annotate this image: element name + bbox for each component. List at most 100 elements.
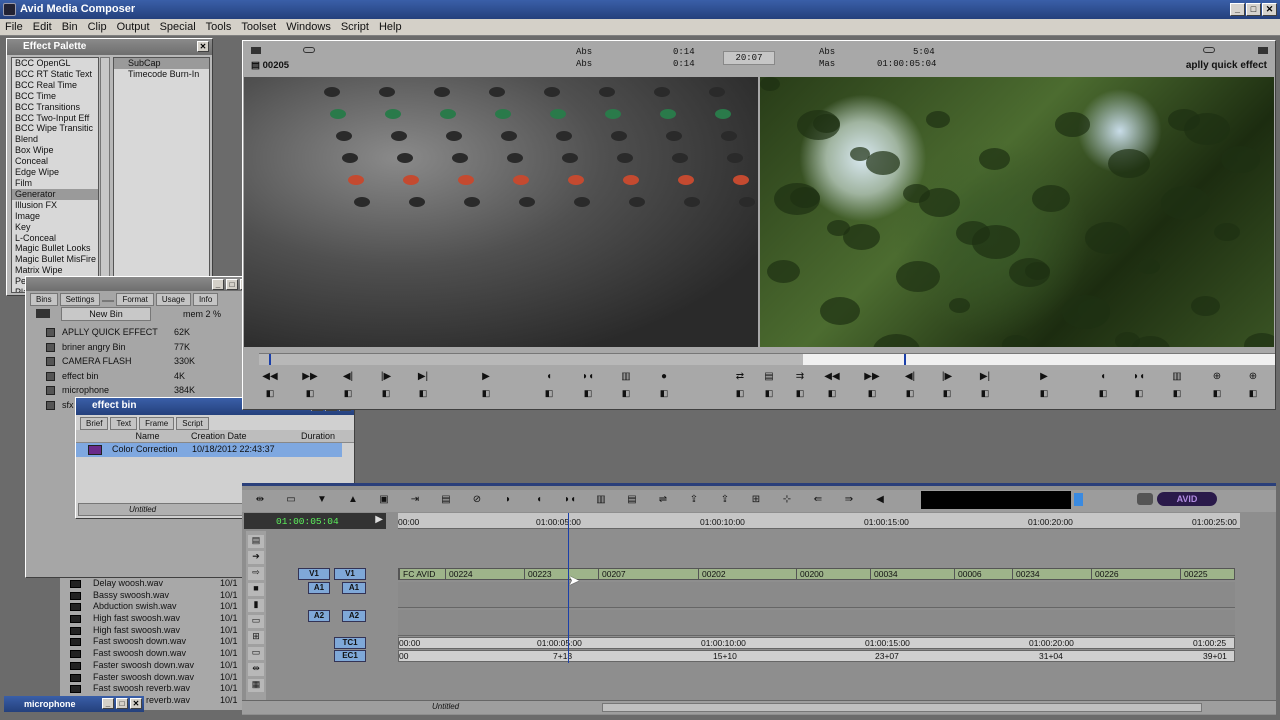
effect-category-item[interactable]: BCC Transitions: [12, 102, 98, 113]
timeline-scrollbar[interactable]: [602, 703, 1202, 712]
effect-category-item[interactable]: Conceal: [12, 156, 98, 167]
smart-tool-icon[interactable]: ▮: [248, 599, 264, 612]
category-scrollbar[interactable]: [100, 57, 110, 293]
timeline-tool-icon[interactable]: ⇪: [715, 494, 735, 505]
transport-button-icon[interactable]: ◧: [260, 388, 280, 399]
timeline-tool-icon[interactable]: ⇛: [839, 494, 859, 505]
source-menu-icon[interactable]: [251, 47, 261, 54]
effect-item[interactable]: SubCap: [114, 58, 209, 69]
clip-segment[interactable]: 00034: [870, 569, 898, 579]
close-button[interactable]: ✕: [1262, 3, 1277, 16]
transport-button-icon[interactable]: ◧: [1167, 388, 1187, 399]
timeline-tool-icon[interactable]: ◖: [529, 494, 549, 505]
clip-segment[interactable]: 00207: [598, 569, 626, 579]
effect-category-list[interactable]: BCC OpenGL BCC RT Static Text BCC Real Tim…: [11, 57, 99, 293]
menu-item-clip[interactable]: Clip: [83, 19, 112, 36]
clip-segment[interactable]: 00223: [524, 569, 552, 579]
project-minimize-icon[interactable]: _: [212, 279, 224, 290]
list-item[interactable]: Fast swoosh reverb.wav 10/1: [60, 683, 242, 695]
smart-tool-icon[interactable]: ▦: [248, 679, 264, 692]
effect-category-item[interactable]: Illusion FX: [12, 200, 98, 211]
source-monitor-video[interactable]: [244, 77, 758, 347]
menu-item-toolset[interactable]: Toolset: [236, 19, 281, 36]
new-bin-button[interactable]: New Bin: [61, 307, 151, 321]
mic-maximize-icon[interactable]: □: [116, 698, 128, 709]
maximize-button[interactable]: □: [1246, 3, 1261, 16]
transport-button-icon[interactable]: ◧: [616, 388, 636, 399]
effect-category-item[interactable]: BCC Two-Input Eff: [12, 113, 98, 124]
transport-button-icon[interactable]: |▶: [937, 371, 957, 382]
list-item[interactable]: Faster swoosh down.wav 10/1: [60, 660, 242, 672]
transport-button-icon[interactable]: ▶▶: [300, 371, 320, 382]
v1-track[interactable]: FC AVID 00224 00223 00207 00202 00200 00034 000…: [398, 568, 1235, 580]
transport-button-icon[interactable]: ▶: [1034, 371, 1054, 382]
transport-button-icon[interactable]: ◧: [413, 388, 433, 399]
transport-button-icon[interactable]: ◧: [822, 388, 842, 399]
transport-button-icon[interactable]: ◀|: [338, 371, 358, 382]
effect-category-item[interactable]: Matrix Wipe: [12, 265, 98, 276]
effect-category-item[interactable]: Generator: [12, 188, 98, 200]
track-a2-record[interactable]: A2: [342, 610, 366, 622]
transport-button-icon[interactable]: ▶▶: [862, 371, 882, 382]
smart-tool-icon[interactable]: ⊞: [248, 631, 264, 644]
record-position-bar[interactable]: [803, 354, 1275, 365]
list-item[interactable]: Abduction swish.wav 10/1: [60, 601, 242, 613]
transport-button-icon[interactable]: ◧: [937, 388, 957, 399]
track-a2-source[interactable]: A2: [308, 610, 330, 622]
toggle-icon[interactable]: [1137, 493, 1153, 505]
effect-category-item[interactable]: Key: [12, 222, 98, 233]
bin-list-item[interactable]: briner angry Bin 77K: [26, 340, 254, 355]
clip-segment[interactable]: 00006: [954, 569, 982, 579]
effect-category-item[interactable]: Magic Bullet Looks: [12, 243, 98, 254]
timeline-ruler[interactable]: 00:00 01:00:05:00 01:00:10:00 01:00:15:00 01…: [398, 513, 1240, 529]
menu-item-tools[interactable]: Tools: [201, 19, 237, 36]
source-link-icon[interactable]: [303, 47, 315, 53]
effect-category-item[interactable]: L-Conceal: [12, 233, 98, 244]
minimize-button[interactable]: _: [1230, 3, 1245, 16]
track-v1-source[interactable]: V1: [298, 568, 330, 580]
record-position-indicator[interactable]: [904, 354, 906, 365]
transport-button-icon[interactable]: ▶|: [975, 371, 995, 382]
transport-button-icon[interactable]: ◧: [338, 388, 358, 399]
effect-category-item[interactable]: BCC Real Time: [12, 80, 98, 91]
bin-list-item[interactable]: effect bin 4K: [26, 369, 254, 384]
smart-tool-icon[interactable]: ⇨: [248, 567, 264, 580]
transport-button-icon[interactable]: ◧: [654, 388, 674, 399]
timeline-tool-icon[interactable]: ▭: [281, 494, 301, 505]
track-color-icon[interactable]: [1074, 493, 1083, 506]
effect-palette-close-icon[interactable]: ✕: [197, 41, 209, 52]
a2-track[interactable]: [398, 610, 1235, 636]
timeline-tool-icon[interactable]: ◗◖: [560, 494, 580, 505]
bin-tab-text[interactable]: Text: [110, 417, 138, 430]
clip-segment[interactable]: 00225: [1180, 569, 1208, 579]
bin-tab-brief[interactable]: Brief: [80, 417, 109, 430]
table-row[interactable]: Color Correction 10/18/2012 22:43:37: [76, 443, 342, 457]
bin-tab-frame[interactable]: Frame: [139, 417, 175, 430]
menu-item-special[interactable]: Special: [155, 19, 201, 36]
transport-button-icon[interactable]: ◖: [1093, 371, 1113, 382]
clip-segment[interactable]: 00202: [698, 569, 726, 579]
smart-tool-icon[interactable]: ■: [248, 583, 264, 596]
effect-category-item[interactable]: Magic Bullet MisFire: [12, 254, 98, 265]
clip-segment[interactable]: 00234: [1012, 569, 1040, 579]
transport-button-icon[interactable]: ◧: [1207, 388, 1227, 399]
timeline-tool-icon[interactable]: ▤: [622, 494, 642, 505]
transport-button-icon[interactable]: ⇄: [730, 371, 750, 382]
transport-button-icon[interactable]: ⇉: [790, 371, 810, 382]
menu-item-output[interactable]: Output: [112, 19, 155, 36]
timeline-tool-icon[interactable]: ⊞: [746, 494, 766, 505]
smart-tool-icon[interactable]: ⇹: [248, 663, 264, 676]
bin-menu-icon[interactable]: [36, 309, 50, 318]
mic-minimize-icon[interactable]: _: [102, 698, 114, 709]
transport-button-icon[interactable]: |▶: [376, 371, 396, 382]
transport-button-icon[interactable]: ◗◖: [1129, 371, 1149, 382]
timeline-tool-icon[interactable]: ⊘: [467, 494, 487, 505]
list-item[interactable]: Delay woosh.wav 10/1: [60, 578, 242, 590]
effect-item[interactable]: Timecode Burn-In: [114, 69, 209, 80]
timeline-tool-icon[interactable]: ⇪: [684, 494, 704, 505]
effect-category-item[interactable]: Edge Wipe: [12, 167, 98, 178]
effect-list[interactable]: SubCap Timecode Burn-In: [113, 57, 210, 293]
timeline-tool-icon[interactable]: ▣: [374, 494, 394, 505]
transport-button-icon[interactable]: ▶|: [413, 371, 433, 382]
transport-button-icon[interactable]: ◀|: [900, 371, 920, 382]
